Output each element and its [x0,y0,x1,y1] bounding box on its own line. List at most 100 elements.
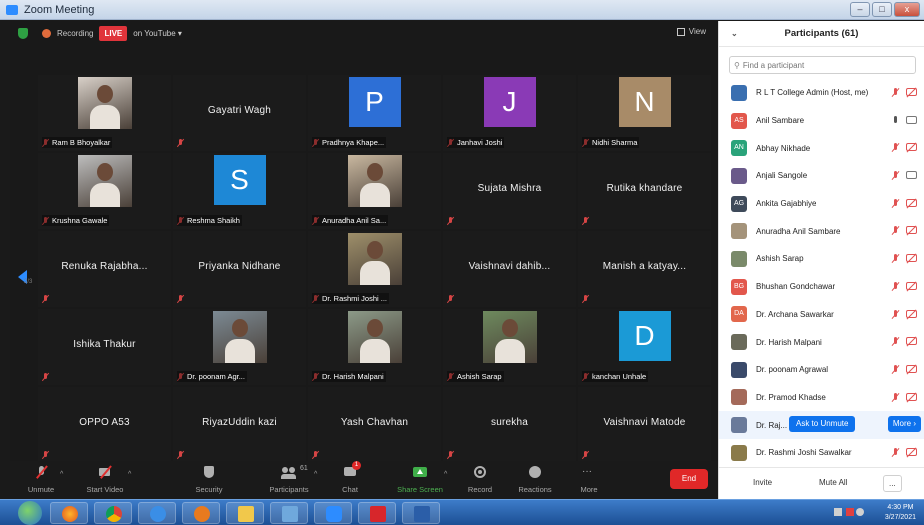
network-icon[interactable] [834,508,842,516]
participant-row[interactable]: Dr. Harish Malpani [719,328,924,356]
participant-row[interactable]: Anjali Sangole [719,162,924,190]
video-tile[interactable]: N Nidhi Sharma [578,75,711,151]
video-tile[interactable]: Ishika Thakur [38,309,171,385]
video-tile[interactable]: Vaishnavi dahib... [443,231,576,307]
participant-display-name: OPPO A53 [79,417,130,428]
video-tile[interactable]: J Janhavi Joshi [443,75,576,151]
start-button-icon[interactable] [18,501,42,525]
tile-name-label: Reshma Shaikh [177,215,242,226]
participants-options-caret-icon[interactable]: ^ [314,471,317,478]
participant-name: Dr. Rashmi Joshi Sawalkar [756,448,852,458]
record-button[interactable]: Record [453,465,507,494]
view-button[interactable]: View [676,27,706,36]
tile-name-label: Krushna Gawale [42,215,110,226]
video-options-caret-icon[interactable]: ^ [128,471,131,478]
video-tile[interactable]: Manish a katyay... [578,231,711,307]
participant-row[interactable]: AS Anil Sambare [719,107,924,135]
video-tile[interactable]: Krushna Gawale [38,153,171,229]
minimize-button[interactable]: – [850,2,870,17]
microphone-muted-icon [891,364,900,374]
avatar-letter: J [483,77,536,127]
video-tile[interactable]: Dkanchan Unhale [578,309,711,385]
security-alert-icon[interactable] [846,508,854,516]
video-tile[interactable]: Renuka Rajabha... [38,231,171,307]
share-screen-button[interactable]: Share Screen [393,465,447,494]
taskbar-chrome-icon[interactable] [94,502,132,524]
participant-search-input[interactable] [742,60,893,70]
video-tile[interactable]: surekha [443,387,576,463]
video-tile[interactable]: Ram B Bhoyalkar [38,75,171,151]
security-shield-icon [202,465,216,479]
avatar: AS [731,112,747,129]
taskbar-acrobat-icon[interactable] [358,502,396,524]
video-tile[interactable]: Vaishnavi Matode [578,387,711,463]
shield-icon[interactable] [18,27,28,39]
maximize-button[interactable]: □ [872,2,892,17]
avatar [731,250,747,267]
participant-row[interactable]: Dr. Rashmi Joshi Sawalkar [719,439,924,467]
share-options-caret-icon[interactable]: ^ [444,471,447,478]
video-tile[interactable]: Anuradha Anil Sa... [308,153,441,229]
participant-status-icons [891,254,917,263]
video-tile[interactable]: Dr. Harish Malpani [308,309,441,385]
microphone-muted-icon [42,373,50,381]
taskbar-photo-viewer-icon[interactable] [270,502,308,524]
panel-more-options-button[interactable]: ... [883,475,902,492]
invite-button[interactable]: Invite [745,475,780,490]
participant-row[interactable]: AG Ankita Gajabhiye [719,190,924,218]
video-tile[interactable]: Priyanka Nidhane [173,231,306,307]
taskbar-zoom-icon[interactable] [314,502,352,524]
reactions-button[interactable]: Reactions [508,465,562,494]
video-tile[interactable]: Sujata Mishra [443,153,576,229]
video-tile[interactable]: OPPO A53 [38,387,171,463]
participants-button[interactable]: 61 Participants [262,465,316,494]
taskbar-firefox-icon[interactable] [50,502,88,524]
volume-icon[interactable] [856,508,864,516]
audio-options-caret-icon[interactable]: ^ [60,471,63,478]
video-off-icon [906,447,917,456]
participant-row[interactable]: AN Abhay Nikhade [719,134,924,162]
video-tile[interactable]: RiyazUddin kazi [173,387,306,463]
video-tile[interactable]: Dr. Rashmi Joshi ... [308,231,441,307]
participant-row[interactable]: Ashish Sarap [719,245,924,273]
mute-all-button[interactable]: Mute All [811,475,855,490]
taskbar-word-icon[interactable] [402,502,440,524]
participant-name: Dr. Archana Sawarkar [756,309,834,319]
more-button[interactable]: ··· More [562,465,616,495]
video-tile[interactable]: Rutika khandare [578,153,711,229]
participant-row[interactable]: Dr. Raj... Ask to Unmute More › [719,411,924,439]
video-tile[interactable]: Ashish Sarap [443,309,576,385]
chat-button[interactable]: 1 Chat [323,461,377,494]
participant-row[interactable]: Dr. poonam Agrawal [719,356,924,384]
video-tile[interactable]: Yash Chavhan [308,387,441,463]
participant-more-button[interactable]: More › [887,416,921,433]
tile-name-label: Dr. Harish Malpani [312,371,386,382]
participant-status-icons [891,337,917,346]
participant-row[interactable]: DA Dr. Archana Sawarkar [719,301,924,329]
video-tile[interactable]: Dr. poonam Agr... [173,309,306,385]
taskbar-file-explorer-icon[interactable] [226,502,264,524]
participant-name: Ashish Sarap [756,254,804,264]
close-button[interactable]: x [894,2,920,17]
start-video-button[interactable]: Start Video [78,465,132,494]
collapse-chevron-icon[interactable]: ⌄ [731,29,738,38]
screen: Zoom Meeting – □ x Recording LIVE on You… [0,0,924,525]
live-on-youtube-dropdown[interactable]: on YouTube ▾ [133,29,182,38]
participant-row[interactable]: Anuradha Anil Sambare [719,217,924,245]
participant-row[interactable]: BG Bhushan Gondchawar [719,273,924,301]
video-tile[interactable]: Gayatri Wagh [173,75,306,151]
participant-row[interactable]: Dr. Pramod Khadse [719,384,924,412]
taskbar-internet-explorer-icon[interactable] [138,502,176,524]
unmute-button[interactable]: Unmute [14,465,68,494]
security-button[interactable]: Security [182,465,236,494]
video-tile[interactable]: S Reshma Shaikh [173,153,306,229]
participant-name: Dr. Harish Malpani [756,337,822,347]
participant-row[interactable]: R L T College Admin (Host, me) [719,79,924,107]
participant-search-box[interactable]: ⚲ [729,56,916,74]
ask-to-unmute-button[interactable]: Ask to Unmute [789,416,856,433]
video-tile[interactable]: P Pradhnya Khape... [308,75,441,151]
tray-clock[interactable]: 4:30 PM 3/27/2021 [885,503,916,523]
tray-icons[interactable] [834,508,864,518]
end-meeting-button[interactable]: End [670,469,708,489]
taskbar-media-player-icon[interactable] [182,502,220,524]
